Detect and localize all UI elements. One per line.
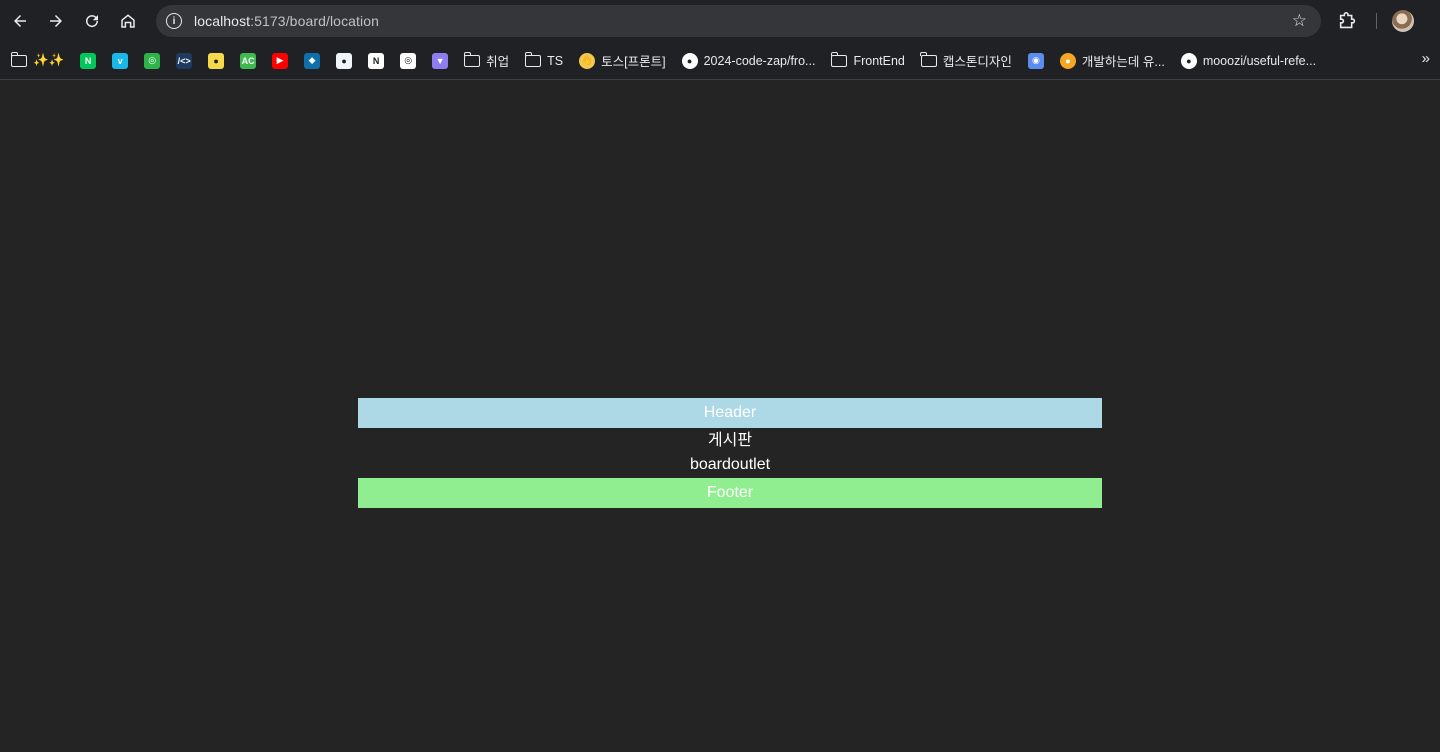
bookmark-item[interactable]: v bbox=[104, 47, 136, 75]
home-icon bbox=[121, 14, 135, 28]
favicon-icon: ▼ bbox=[432, 52, 449, 69]
favicon-icon: ▶ bbox=[272, 52, 289, 69]
favicon-icon: ◎ bbox=[144, 52, 161, 69]
address-bar[interactable]: i localhost:5173/board/location ☆ bbox=[156, 5, 1321, 37]
favicon-icon: ● bbox=[1180, 52, 1197, 69]
bookmark-label: FrontEnd bbox=[853, 53, 905, 68]
bookmark-label: 토스[프론트] bbox=[601, 55, 666, 69]
bookmarks-more-icon[interactable]: » bbox=[1422, 50, 1430, 67]
favicon-icon: ● bbox=[208, 52, 225, 69]
folder-icon bbox=[920, 51, 937, 67]
bookmark-item[interactable]: ▶ bbox=[264, 47, 296, 75]
bookmark-item[interactable]: 👋 토스[프론트] bbox=[571, 47, 673, 75]
header-bar: Header bbox=[358, 398, 1102, 428]
reload-icon bbox=[86, 15, 99, 28]
profile-avatar[interactable] bbox=[1392, 10, 1414, 32]
favicon-icon: ● bbox=[336, 52, 353, 69]
bookmark-item[interactable]: /<> bbox=[168, 47, 200, 75]
favicon-icon: N bbox=[80, 52, 97, 69]
bookmark-item[interactable]: ● 개발하는데 유... bbox=[1052, 47, 1173, 75]
favicon-icon: ● bbox=[681, 52, 698, 69]
folder-icon bbox=[524, 51, 542, 67]
bookmark-item[interactable]: N bbox=[360, 47, 392, 75]
forward-button[interactable] bbox=[38, 3, 74, 39]
board-title: 게시판 bbox=[707, 432, 753, 449]
bookmark-item[interactable]: N bbox=[72, 47, 104, 75]
url-text[interactable]: localhost:5173/board/location bbox=[194, 13, 379, 29]
favicon-icon: ● bbox=[1059, 52, 1076, 69]
outlet-text: boardoutlet bbox=[689, 456, 771, 473]
footer-bar: Footer bbox=[358, 478, 1102, 508]
bookmark-label: mooozi/useful-refe... bbox=[1202, 53, 1317, 68]
browser-toolbar: i localhost:5173/board/location ☆ bbox=[0, 0, 1440, 42]
bookmark-label: TS bbox=[547, 53, 564, 68]
arrow-left-icon bbox=[14, 15, 26, 27]
favicon-icon: AC bbox=[240, 52, 257, 69]
app-layout: Header 게시판 boardoutlet Footer bbox=[358, 398, 1102, 508]
home-button[interactable] bbox=[110, 3, 146, 39]
bookmark-item[interactable]: ● 2024-code-zap/fro... bbox=[674, 47, 824, 75]
favicon-icon: ◉ bbox=[1027, 52, 1044, 69]
bookmark-item[interactable]: 캡스톤디자인 bbox=[913, 47, 1020, 75]
favicon-icon: /<> bbox=[176, 52, 193, 69]
folder-icon bbox=[10, 51, 27, 67]
bookmark-item[interactable]: AC bbox=[232, 47, 264, 75]
star-icon[interactable]: ☆ bbox=[1292, 11, 1307, 31]
bookmark-item[interactable]: ◆ bbox=[296, 47, 328, 75]
favicon-icon: v bbox=[112, 52, 129, 69]
bookmark-label: 2024-code-zap/fro... bbox=[703, 53, 816, 68]
reload-button[interactable] bbox=[74, 3, 110, 39]
bookmark-item[interactable]: ✨✨ bbox=[0, 47, 72, 75]
site-info-icon[interactable]: i bbox=[166, 13, 182, 29]
bookmark-item[interactable]: ● bbox=[200, 47, 232, 75]
bookmark-label: 캡스톤디자인 bbox=[942, 55, 1012, 69]
bookmark-item[interactable]: ● bbox=[328, 47, 360, 75]
back-button[interactable] bbox=[2, 3, 38, 39]
bookmark-item[interactable]: 취업 bbox=[456, 47, 517, 75]
favicon-icon: ◆ bbox=[304, 52, 321, 69]
arrow-right-icon bbox=[50, 15, 62, 27]
bookmark-item[interactable]: ◎ bbox=[392, 47, 424, 75]
bookmark-item[interactable]: ● mooozi/useful-refe... bbox=[1173, 47, 1324, 75]
favicon-icon: 👋 bbox=[579, 52, 596, 69]
bookmark-label: 취업 bbox=[486, 55, 510, 69]
bookmark-item[interactable]: ▼ bbox=[424, 47, 456, 75]
bookmark-label: 개발하는데 유... bbox=[1081, 55, 1165, 69]
folder-icon bbox=[830, 51, 848, 67]
bookmark-item[interactable]: ◉ bbox=[1020, 47, 1052, 75]
bookmark-label: ✨✨ bbox=[33, 53, 65, 67]
favicon-icon: ◎ bbox=[400, 52, 417, 69]
puzzle-icon[interactable] bbox=[1337, 10, 1359, 32]
bookmark-item[interactable]: ◎ bbox=[136, 47, 168, 75]
bookmark-item[interactable]: TS bbox=[517, 47, 571, 75]
bookmarks-bar: ✨✨ Nv ◎ /<> ● AC ▶ ◆ ● N ◎ ▼ 취업 TS 👋 토스[프론트] ● 2024-code-… bbox=[0, 42, 1440, 80]
toolbar-divider bbox=[1376, 13, 1377, 29]
bookmark-item[interactable]: FrontEnd bbox=[823, 47, 912, 75]
favicon-icon: N bbox=[368, 52, 385, 69]
page-viewport: Header 게시판 boardoutlet Footer bbox=[0, 81, 1440, 752]
folder-icon bbox=[463, 51, 481, 67]
